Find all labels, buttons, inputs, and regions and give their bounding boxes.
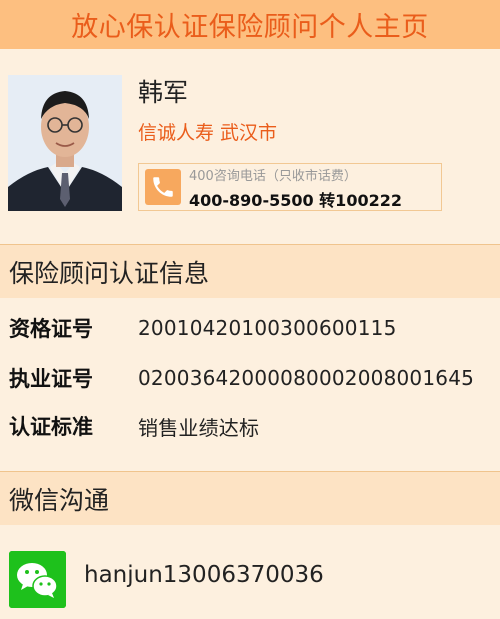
certification-section-header: 保险顾问认证信息 <box>0 244 500 298</box>
avatar-photo <box>8 75 122 211</box>
avatar <box>8 75 122 211</box>
page-title: 放心保认证保险顾问个人主页 <box>71 12 429 43</box>
wechat-icon[interactable] <box>9 551 66 608</box>
phone-icon[interactable] <box>145 169 181 205</box>
phone-contact-box[interactable]: 400咨询电话（只收市话费） 400-890-5500 转100222 <box>138 163 442 211</box>
certification-title: 保险顾问认证信息 <box>9 258 210 288</box>
advisor-name: 韩军 <box>138 78 189 107</box>
standard-row: 认证标准 销售业绩达标 <box>9 406 489 446</box>
phone-number[interactable]: 400-890-5500 转100222 <box>189 187 402 211</box>
qualification-row: 资格证号 20010420100300600115 <box>9 308 489 348</box>
standard-value: 销售业绩达标 <box>138 415 260 440</box>
qualification-number: 20010420100300600115 <box>138 316 397 340</box>
profile-card: 韩军 信诚人寿 武汉市 400咨询电话（只收市话费） 400-890-5500 … <box>0 49 500 244</box>
standard-label: 认证标准 <box>9 415 93 439</box>
advisor-profile-page: 放心保认证保险顾问个人主页 韩军 信诚人寿 武汉市 400咨询电话（只收市话费）… <box>0 0 500 619</box>
practice-number: 02003642000080002008001645 <box>138 366 475 390</box>
wechat-contact: hanjun13006370036 <box>0 525 500 619</box>
phone-label: 400咨询电话（只收市话费） <box>189 169 357 184</box>
qualification-label: 资格证号 <box>9 317 93 341</box>
page-header: 放心保认证保险顾问个人主页 <box>0 0 500 49</box>
wechat-section-header: 微信沟通 <box>0 471 500 525</box>
wechat-title: 微信沟通 <box>9 485 110 515</box>
wechat-id[interactable]: hanjun13006370036 <box>84 562 324 588</box>
advisor-company: 信诚人寿 武汉市 <box>138 122 278 144</box>
practice-label: 执业证号 <box>9 367 93 391</box>
practice-row: 执业证号 02003642000080002008001645 <box>9 358 489 398</box>
